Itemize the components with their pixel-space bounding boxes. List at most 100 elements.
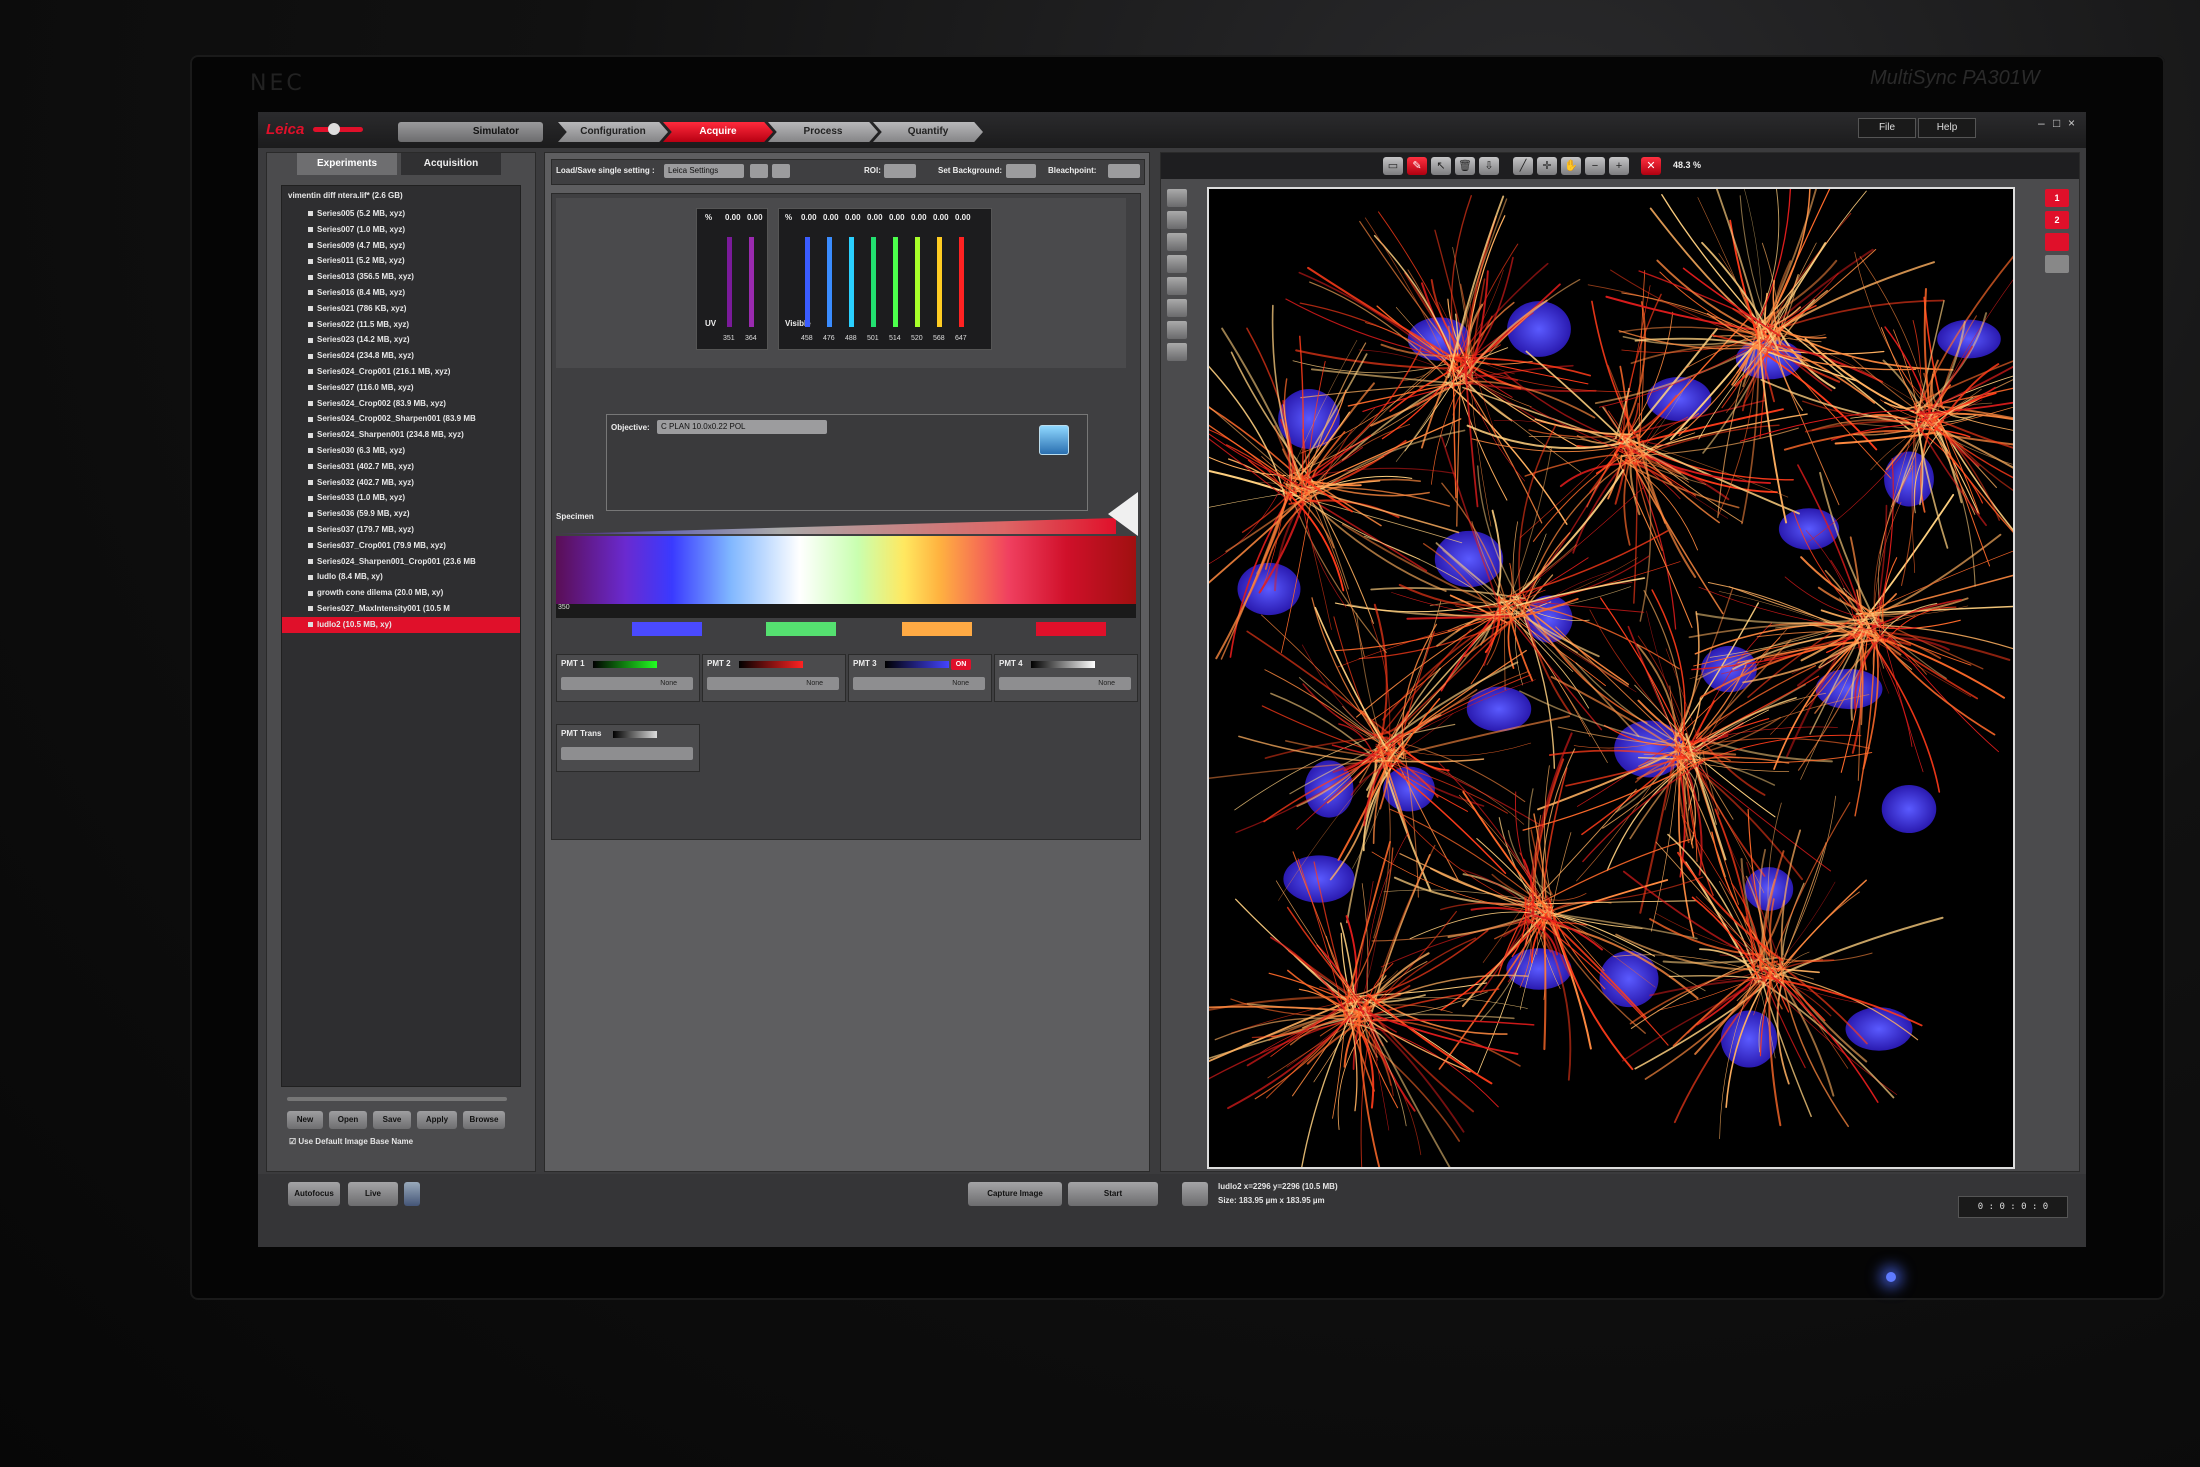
draw-icon[interactable]: ✎ xyxy=(1407,157,1427,175)
channel-1-button[interactable]: 1 xyxy=(2045,189,2069,207)
uv-slider-1[interactable] xyxy=(727,237,732,327)
tree-item[interactable]: ludlo2 (10.5 MB, xy) xyxy=(282,616,520,633)
experiment-tree[interactable]: vimentin diff ntera.lif* (2.6 GB) Series… xyxy=(281,185,521,1087)
set-background-field[interactable] xyxy=(1006,164,1036,178)
setting-select[interactable]: Leica Settings xyxy=(664,164,744,178)
pmt-4-dropdown[interactable]: None xyxy=(999,677,1131,690)
line-icon[interactable]: ╱ xyxy=(1513,157,1533,175)
visible-laser-slider[interactable] xyxy=(915,237,920,327)
tree-item[interactable]: Series021 (786 KB, xyz) xyxy=(308,301,406,317)
detection-band-1[interactable] xyxy=(632,622,702,636)
vtool-4-icon[interactable] xyxy=(1167,255,1187,273)
vtool-6-icon[interactable] xyxy=(1167,299,1187,317)
tree-item[interactable]: Series037_Crop001 (79.9 MB, xyz) xyxy=(308,538,446,554)
apply-button[interactable]: Apply xyxy=(417,1111,457,1129)
visible-laser-slider[interactable] xyxy=(893,237,898,327)
viewer-option-icon[interactable] xyxy=(1182,1182,1208,1206)
zoom-out-icon[interactable]: − xyxy=(1585,157,1605,175)
vtool-7-icon[interactable] xyxy=(1167,321,1187,339)
tree-item[interactable]: Series027_MaxIntensity001 (10.5 M xyxy=(308,601,450,617)
tab-experiments[interactable]: Experiments xyxy=(297,153,397,175)
tree-item[interactable]: growth cone dilema (20.0 MB, xy) xyxy=(308,585,443,601)
visible-laser-slider[interactable] xyxy=(937,237,942,327)
maximize-icon[interactable]: □ xyxy=(2053,116,2060,130)
open-button[interactable]: Open xyxy=(329,1111,367,1129)
tree-item[interactable]: Series032 (402.7 MB, xyz) xyxy=(308,475,414,491)
simulator-button[interactable]: Simulator xyxy=(398,122,543,142)
tree-root[interactable]: vimentin diff ntera.lif* (2.6 GB) xyxy=(288,188,403,204)
channel-gallery-icon[interactable] xyxy=(2045,255,2069,273)
tree-item[interactable]: Series031 (402.7 MB, xyz) xyxy=(308,459,414,475)
trash-icon[interactable]: 🗑 xyxy=(1455,157,1475,175)
detection-band-3[interactable] xyxy=(902,622,972,636)
close-icon[interactable]: × xyxy=(2068,116,2075,130)
tab-acquire[interactable]: Acquire xyxy=(663,122,773,142)
menu-file[interactable]: File xyxy=(1858,118,1916,138)
save-button[interactable]: Save xyxy=(373,1111,411,1129)
tree-item[interactable]: Series024_Sharpen001 (234.8 MB, xyz) xyxy=(308,427,464,443)
minimize-icon[interactable]: – xyxy=(2038,116,2045,130)
vtool-2-icon[interactable] xyxy=(1167,211,1187,229)
tree-item[interactable]: Series007 (1.0 MB, xyz) xyxy=(308,222,405,238)
vtool-1-icon[interactable] xyxy=(1167,189,1187,207)
tree-item[interactable]: Series036 (59.9 MB, xyz) xyxy=(308,506,410,522)
crosshair-icon[interactable]: ✛ xyxy=(1537,157,1557,175)
tree-item[interactable]: Series024_Sharpen001_Crop001 (23.6 MB xyxy=(308,554,476,570)
pmt-1-dropdown[interactable]: None xyxy=(561,677,693,690)
tree-item[interactable]: Series024_Crop002_Sharpen001 (83.9 MB xyxy=(308,411,476,427)
tree-item[interactable]: Series022 (11.5 MB, xyz) xyxy=(308,317,409,333)
tab-process[interactable]: Process xyxy=(768,122,878,142)
tab-quantify[interactable]: Quantify xyxy=(873,122,983,142)
live-button[interactable]: Live xyxy=(348,1182,398,1206)
fit-icon[interactable]: ✕ xyxy=(1641,157,1661,175)
tree-item[interactable]: Series005 (5.2 MB, xyz) xyxy=(308,206,405,222)
tree-item[interactable]: Series009 (4.7 MB, xyz) xyxy=(308,238,405,254)
tree-item[interactable]: ludlo (8.4 MB, xy) xyxy=(308,569,383,585)
mini-slider-knob[interactable] xyxy=(328,123,340,135)
delete-setting-icon[interactable] xyxy=(772,164,790,178)
visible-laser-slider[interactable] xyxy=(871,237,876,327)
pmt-trans-dropdown[interactable] xyxy=(561,747,693,760)
channel-2-button[interactable]: 2 xyxy=(2045,211,2069,229)
tree-item[interactable]: Series011 (5.2 MB, xyz) xyxy=(308,253,405,269)
visible-laser-slider[interactable] xyxy=(827,237,832,327)
objective-info-icon[interactable] xyxy=(1039,425,1069,455)
roi-field[interactable] xyxy=(884,164,916,178)
tree-item[interactable]: Series023 (14.2 MB, xyz) xyxy=(308,332,410,348)
autofocus-button[interactable]: Autofocus xyxy=(288,1182,340,1206)
emission-spectrum[interactable] xyxy=(556,536,1136,604)
vtool-3-icon[interactable] xyxy=(1167,233,1187,251)
histogram-icon[interactable] xyxy=(1167,343,1187,361)
tree-scrollbar[interactable] xyxy=(287,1097,507,1101)
pointer-icon[interactable]: ↖ xyxy=(1431,157,1451,175)
save-setting-icon[interactable] xyxy=(750,164,768,178)
start-button[interactable]: Start xyxy=(1068,1182,1158,1206)
tree-item[interactable]: Series024_Crop002 (83.9 MB, xyz) xyxy=(308,396,446,412)
bleachpoint-field[interactable] xyxy=(1108,164,1140,178)
select-icon[interactable]: ▭ xyxy=(1383,157,1403,175)
tree-item[interactable]: Series024 (234.8 MB, xyz) xyxy=(308,348,414,364)
tree-item[interactable]: Series027 (116.0 MB, xyz) xyxy=(308,380,414,396)
hand-icon[interactable]: ✋ xyxy=(1561,157,1581,175)
tree-item[interactable]: Series013 (356.5 MB, xyz) xyxy=(308,269,414,285)
menu-help[interactable]: Help xyxy=(1918,118,1976,138)
tree-item[interactable]: Series033 (1.0 MB, xyz) xyxy=(308,490,405,506)
live-option-icon[interactable] xyxy=(404,1182,420,1206)
tree-item[interactable]: Series030 (6.3 MB, xyz) xyxy=(308,443,405,459)
tree-item[interactable]: Series024_Crop001 (216.1 MB, xyz) xyxy=(308,364,450,380)
channel-overlay-icon[interactable] xyxy=(2045,233,2069,251)
new-button[interactable]: New xyxy=(287,1111,323,1129)
export-icon[interactable]: ⇩ xyxy=(1479,157,1499,175)
tree-item[interactable]: Series016 (8.4 MB, xyz) xyxy=(308,285,405,301)
uv-slider-2[interactable] xyxy=(749,237,754,327)
image-viewer[interactable] xyxy=(1207,187,2015,1169)
visible-laser-slider[interactable] xyxy=(959,237,964,327)
browse-button[interactable]: Browse xyxy=(463,1111,505,1129)
default-name-checkbox[interactable]: ☑ Use Default Image Base Name xyxy=(289,1137,413,1146)
objective-select[interactable]: C PLAN 10.0x0.22 POL xyxy=(657,420,827,434)
detection-band-4[interactable] xyxy=(1036,622,1106,636)
vtool-5-icon[interactable] xyxy=(1167,277,1187,295)
capture-image-button[interactable]: Capture Image xyxy=(968,1182,1062,1206)
pmt-3-on-toggle[interactable]: ON xyxy=(951,659,971,670)
tab-acquisition[interactable]: Acquisition xyxy=(401,153,501,175)
